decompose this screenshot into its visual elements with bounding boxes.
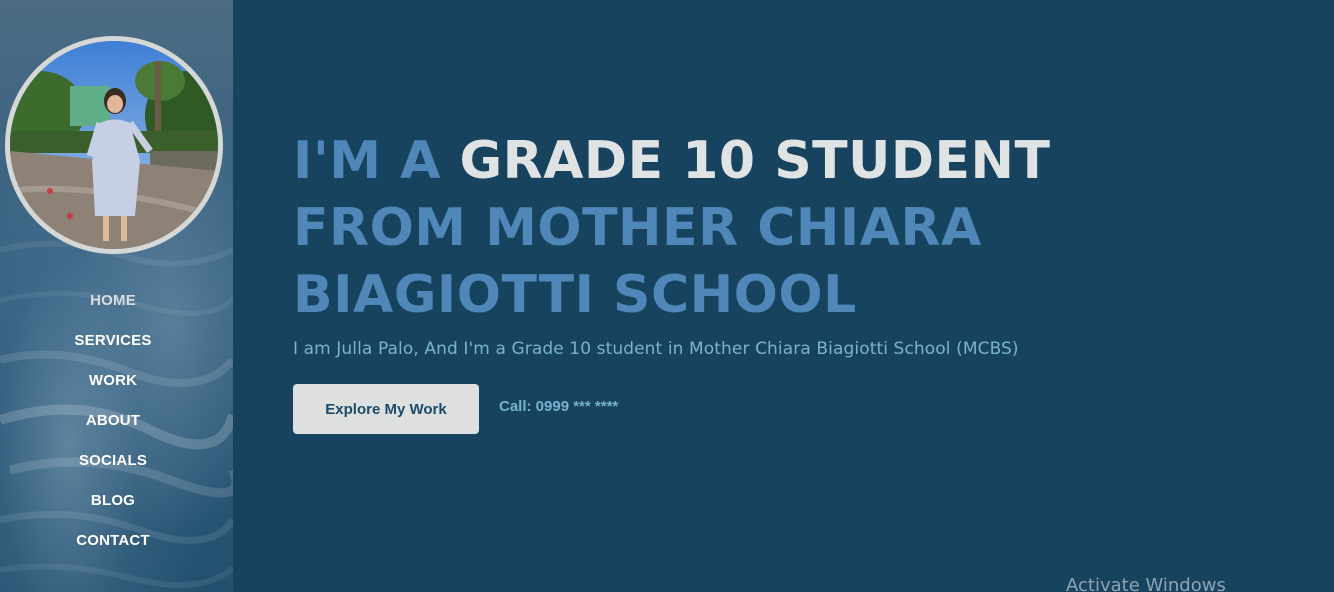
nav-link-blog[interactable]: BLOG — [91, 492, 135, 509]
nav-link-about[interactable]: ABOUT — [86, 412, 140, 429]
headline-line-3: BIAGIOTTI SCHOOL — [293, 265, 857, 325]
hero-section: I'M A GRADE 10 STUDENT FROM MOTHER CHIARA… — [293, 128, 1293, 434]
headline-line-2: FROM MOTHER CHIARA — [293, 198, 982, 258]
nav-item-services: SERVICES — [0, 320, 226, 360]
page: HOME SERVICES WORK ABOUT SOCIALS BLOG CO… — [0, 0, 1334, 592]
nav-link-home[interactable]: HOME — [90, 292, 136, 309]
nav-item-blog: BLOG — [0, 480, 226, 520]
nav-item-work: WORK — [0, 360, 226, 400]
nav-link-contact[interactable]: CONTACT — [76, 532, 150, 549]
main-nav: HOME SERVICES WORK ABOUT SOCIALS BLOG CO… — [0, 280, 226, 560]
avatar — [5, 36, 223, 254]
headline-prefix: I'M A — [293, 131, 460, 191]
hero-headline: I'M A GRADE 10 STUDENT FROM MOTHER CHIARA… — [293, 128, 1293, 329]
nav-item-contact: CONTACT — [0, 520, 226, 560]
call-number: Call: 0999 *** **** — [499, 397, 619, 415]
nav-link-work[interactable]: WORK — [89, 372, 137, 389]
headline-highlight: GRADE 10 STUDENT — [459, 131, 1051, 191]
hero-actions: Explore My Work Call: 0999 *** **** — [293, 384, 1293, 434]
nav-item-about: ABOUT — [0, 400, 226, 440]
activate-windows-watermark: Activate Windows — [1066, 575, 1226, 592]
explore-work-button[interactable]: Explore My Work — [293, 384, 479, 434]
nav-item-home: HOME — [0, 280, 226, 320]
nav-link-services[interactable]: SERVICES — [74, 332, 151, 349]
sidebar: HOME SERVICES WORK ABOUT SOCIALS BLOG CO… — [0, 0, 233, 592]
nav-link-socials[interactable]: SOCIALS — [79, 452, 147, 469]
nav-item-socials: SOCIALS — [0, 440, 226, 480]
hero-subtitle: I am Julla Palo, And I'm a Grade 10 stud… — [293, 339, 1019, 359]
profile-photo — [10, 41, 218, 249]
